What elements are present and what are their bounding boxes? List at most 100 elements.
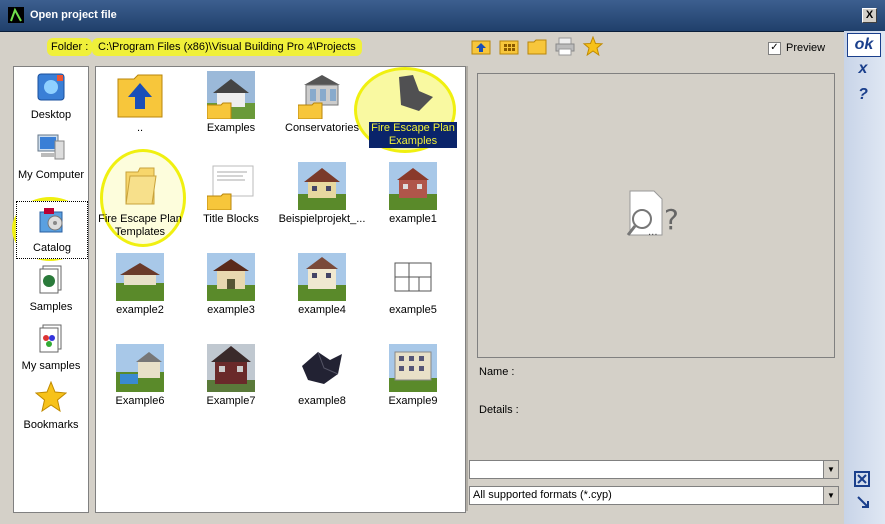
fire-plan-thumbnail-icon bbox=[399, 75, 433, 111]
sidebar-item-samples[interactable]: Samples bbox=[16, 261, 86, 317]
sidebar-item-my-samples[interactable]: My samples bbox=[16, 320, 86, 376]
file-item-example2[interactable]: example2 bbox=[96, 249, 184, 335]
star-icon[interactable] bbox=[582, 35, 604, 57]
file-label: example3 bbox=[207, 304, 255, 316]
sidebar-item-catalog[interactable]: Catalog bbox=[16, 201, 88, 259]
samples-icon bbox=[39, 265, 62, 294]
file-label: example5 bbox=[389, 304, 437, 316]
house-thumbnail-icon bbox=[298, 71, 346, 119]
folder-label: Folder : bbox=[47, 38, 93, 56]
file-item-example3[interactable]: example3 bbox=[187, 249, 275, 335]
file-item-fire-escape-examples[interactable]: Fire Escape Plan Examples bbox=[369, 67, 457, 153]
file-item-up[interactable]: .. bbox=[96, 67, 184, 153]
folder-icon bbox=[125, 167, 157, 205]
resize-grip-icon[interactable] bbox=[856, 495, 870, 509]
folder-up-icon bbox=[117, 74, 163, 118]
catalog-icon bbox=[39, 208, 63, 233]
star-icon bbox=[35, 381, 67, 413]
open-project-dialog: Open project file X Folder : C:\Program … bbox=[0, 0, 885, 524]
window-close-button[interactable]: X bbox=[862, 8, 877, 23]
file-list: .. Examples Conservatories Fire Escape P… bbox=[95, 66, 466, 513]
document-thumbnail-icon bbox=[207, 165, 254, 210]
file-label: example1 bbox=[389, 213, 437, 225]
chevron-down-icon[interactable]: ▼ bbox=[823, 461, 838, 478]
file-item-example4[interactable]: example4 bbox=[278, 249, 366, 335]
restore-icon[interactable] bbox=[854, 471, 870, 487]
svg-text:?: ? bbox=[664, 203, 679, 236]
file-label: Fire Escape Plan Examples bbox=[369, 122, 457, 148]
house-thumbnail-icon bbox=[207, 344, 255, 392]
file-item-title-blocks[interactable]: Title Blocks bbox=[187, 158, 275, 244]
sidebar-item-label: My samples bbox=[21, 360, 81, 372]
file-item-fire-escape-templates[interactable]: Fire Escape Plan Templates bbox=[96, 158, 184, 244]
ok-button[interactable]: ok bbox=[847, 33, 881, 57]
action-panel: ok x ? bbox=[844, 31, 885, 524]
file-label: Example6 bbox=[115, 395, 165, 407]
help-button[interactable]: ? bbox=[847, 84, 879, 106]
check-icon: ✓ bbox=[768, 42, 781, 55]
house-thumbnail-icon bbox=[298, 253, 346, 301]
places-sidebar: Desktop My Computer Catalog Samples My s… bbox=[12, 66, 89, 513]
no-preview-icon: ? ... bbox=[626, 190, 679, 238]
file-item-example5[interactable]: example5 bbox=[369, 249, 457, 335]
preview-pane: ? ... bbox=[477, 73, 835, 358]
file-item-conservatories[interactable]: Conservatories bbox=[278, 67, 366, 153]
file-label: Conservatories bbox=[285, 122, 359, 134]
file-label: Examples bbox=[206, 122, 256, 134]
window-title: Open project file bbox=[30, 9, 117, 21]
house-thumbnail-icon bbox=[116, 253, 164, 301]
desktop-icon bbox=[37, 73, 65, 101]
cancel-button[interactable]: x bbox=[847, 58, 879, 80]
file-label: Example7 bbox=[206, 395, 256, 407]
search-combo[interactable]: ▼ bbox=[469, 460, 839, 479]
file-label: Example9 bbox=[388, 395, 438, 407]
new-folder-icon[interactable] bbox=[526, 36, 548, 56]
sidebar-item-label: Samples bbox=[29, 301, 73, 313]
computer-icon bbox=[37, 134, 65, 160]
file-item-example8[interactable]: example8 bbox=[278, 340, 366, 426]
folder-path: C:\Program Files (x86)\Visual Building P… bbox=[92, 38, 362, 56]
file-item-example6[interactable]: Example6 bbox=[96, 340, 184, 426]
file-label: example2 bbox=[116, 304, 164, 316]
format-filter-value: All supported formats (*.cyp) bbox=[473, 489, 612, 501]
preview-label: Preview bbox=[786, 42, 826, 54]
name-label: Name : bbox=[479, 366, 515, 378]
panel-divider[interactable] bbox=[466, 66, 468, 511]
file-item-examples[interactable]: Examples bbox=[187, 67, 275, 153]
sidebar-item-label: My Computer bbox=[17, 169, 85, 181]
file-label: Fire Escape Plan Templates bbox=[98, 213, 182, 238]
file-label: Beispielprojekt_... bbox=[278, 213, 366, 225]
file-item-example7[interactable]: Example7 bbox=[187, 340, 275, 426]
sidebar-item-bookmarks[interactable]: Bookmarks bbox=[16, 379, 86, 435]
house-thumbnail-icon bbox=[389, 344, 437, 392]
details-label: Details : bbox=[479, 404, 519, 416]
chevron-down-icon[interactable]: ▼ bbox=[823, 487, 838, 504]
floor-plan-thumbnail-icon bbox=[389, 253, 437, 301]
grid-folder-icon[interactable] bbox=[498, 36, 520, 56]
house-thumbnail-icon bbox=[207, 253, 255, 301]
folder-up-icon[interactable] bbox=[470, 36, 492, 56]
file-item-example1[interactable]: example1 bbox=[369, 158, 457, 244]
house-thumbnail-icon bbox=[207, 71, 255, 119]
house-thumbnail-icon bbox=[116, 344, 164, 392]
sidebar-item-label: Catalog bbox=[33, 242, 71, 254]
print-icon[interactable] bbox=[554, 36, 576, 56]
file-label: Title Blocks bbox=[203, 213, 259, 225]
title-bar: Open project file X bbox=[0, 0, 885, 32]
sidebar-item-my-computer[interactable]: My Computer bbox=[16, 129, 86, 185]
sidebar-item-label: Desktop bbox=[30, 109, 72, 121]
file-item-example9[interactable]: Example9 bbox=[369, 340, 457, 426]
file-label: example8 bbox=[298, 395, 346, 407]
house-thumbnail-icon bbox=[389, 162, 437, 210]
file-label: example4 bbox=[298, 304, 346, 316]
file-label: .. bbox=[136, 122, 144, 134]
house-thumbnail-icon bbox=[298, 162, 346, 210]
sidebar-item-label: Bookmarks bbox=[23, 419, 79, 431]
file-item-beispielprojekt[interactable]: Beispielprojekt_... bbox=[278, 158, 366, 244]
sidebar-item-desktop[interactable]: Desktop bbox=[16, 69, 86, 125]
svg-text:...: ... bbox=[648, 227, 658, 238]
format-filter-select[interactable]: All supported formats (*.cyp) ▼ bbox=[469, 486, 839, 505]
dark-model-thumbnail-icon bbox=[302, 351, 342, 384]
my-samples-icon bbox=[39, 324, 62, 353]
app-logo-icon bbox=[8, 7, 24, 23]
